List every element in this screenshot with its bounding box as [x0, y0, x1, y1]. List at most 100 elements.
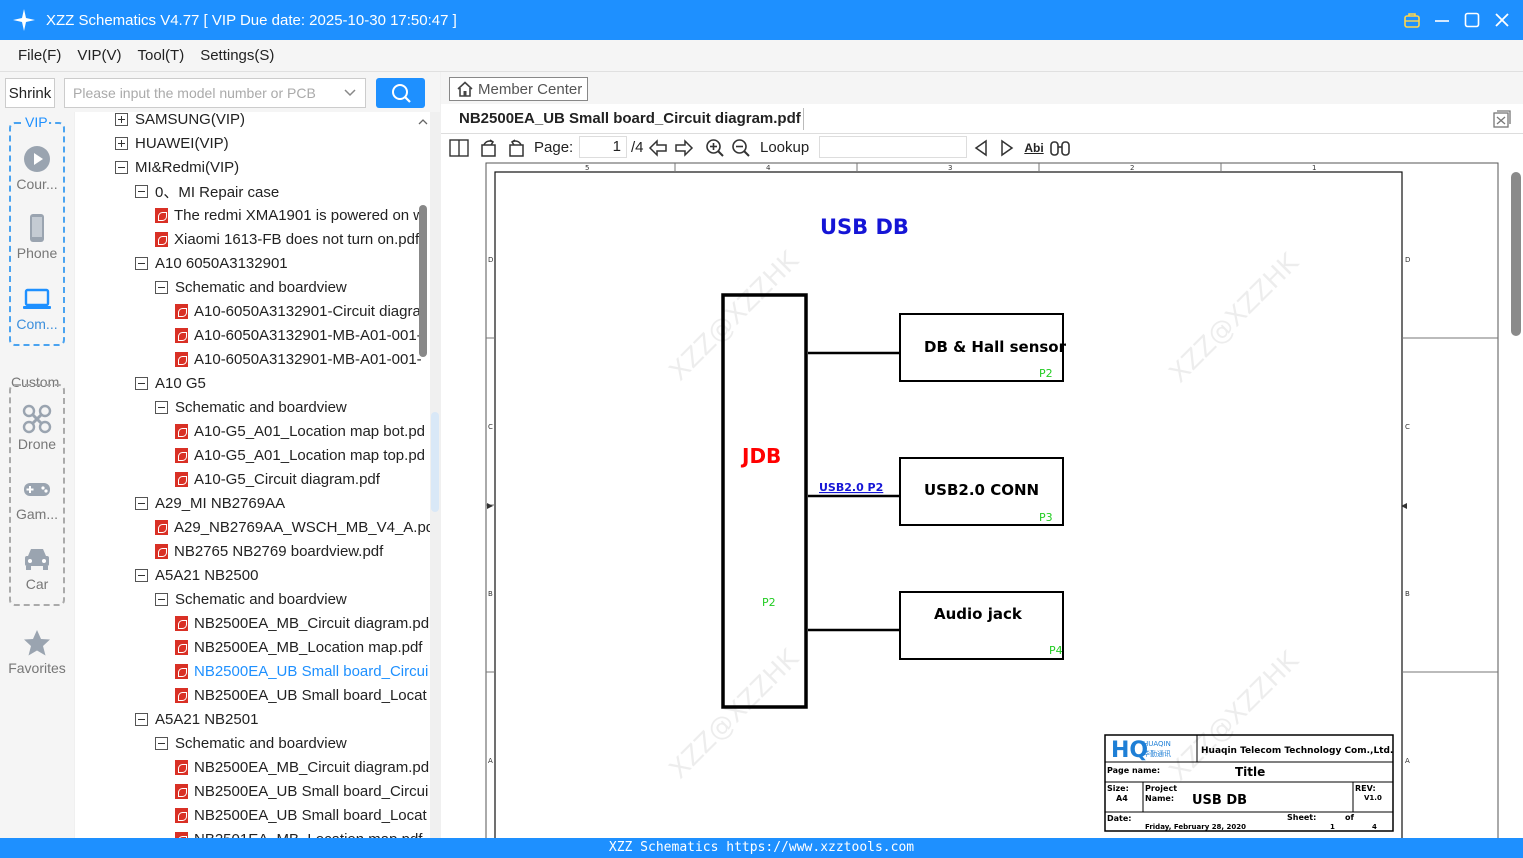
tree-file-item[interactable]: A10-G5_Circuit diagram.pdf [175, 467, 380, 491]
tree-folder-item[interactable]: A10 6050A3132901 [135, 251, 288, 275]
tree-folder-item[interactable]: Schematic and boardview [155, 731, 347, 755]
tree-file-item[interactable]: NB2500EA_MB_Circuit diagram.pd [175, 755, 429, 779]
pdf-file-icon[interactable] [175, 759, 188, 775]
collapse-icon[interactable] [135, 712, 148, 726]
pdf-file-icon[interactable] [175, 471, 188, 487]
tree-file-item[interactable]: NB2500EA_MB_Location map.pdf [175, 635, 422, 659]
previous-page-icon[interactable] [647, 137, 669, 159]
collapse-icon[interactable] [155, 400, 168, 414]
scroll-up-icon[interactable] [418, 114, 428, 125]
collapse-icon[interactable] [155, 592, 168, 606]
category-courses[interactable]: Cour... [0, 144, 74, 192]
collapse-icon[interactable] [155, 280, 168, 294]
vip-bag-icon[interactable] [1403, 11, 1421, 29]
zoom-in-icon[interactable] [704, 137, 726, 159]
find-next-icon[interactable] [996, 137, 1018, 159]
pdf-file-icon[interactable] [175, 447, 188, 463]
collapse-icon[interactable] [135, 568, 148, 582]
lookup-input[interactable] [819, 136, 967, 158]
expand-icon[interactable] [115, 136, 128, 150]
tree-folder-item[interactable]: A10 G5 [135, 371, 206, 395]
pdf-file-icon[interactable] [155, 519, 168, 535]
menu-vip[interactable]: VIP(V) [77, 47, 121, 64]
tree-file-item[interactable]: NB2765 NB2769 boardview.pdf [155, 539, 383, 563]
find-previous-icon[interactable] [970, 137, 992, 159]
collapse-icon[interactable] [155, 736, 168, 750]
model-search-input[interactable]: Please input the model number or PCB [64, 78, 366, 108]
pdf-file-icon[interactable] [155, 543, 168, 559]
pdf-file-icon[interactable] [175, 663, 188, 679]
page-number-input[interactable]: 1 [579, 136, 627, 158]
tree-folder-item[interactable]: A29_MI NB2769AA [135, 491, 285, 515]
zoom-out-icon[interactable] [730, 137, 752, 159]
pdf-file-icon[interactable] [155, 231, 168, 247]
match-case-button[interactable]: Abi [1023, 137, 1045, 159]
pdf-file-icon[interactable] [155, 207, 168, 223]
category-gamepad[interactable]: Gam... [0, 474, 74, 522]
next-page-icon[interactable] [673, 137, 695, 159]
favorites-button[interactable]: Favorites [0, 628, 74, 676]
tree-scrollbar[interactable] [419, 205, 427, 357]
tree-folder-item[interactable]: Schematic and boardview [155, 275, 347, 299]
collapse-panel-handle[interactable] [431, 412, 439, 512]
shrink-button[interactable]: Shrink [5, 78, 55, 108]
expand-icon[interactable] [115, 112, 128, 126]
tree-file-item[interactable]: The redmi XMA1901 is powered on w [155, 203, 424, 227]
tree-folder-item[interactable]: Schematic and boardview [155, 395, 347, 419]
tree-file-item[interactable]: NB2500EA_UB Small board_Locat [175, 683, 427, 707]
tree-file-item[interactable]: NB2500EA_UB Small board_Circui [175, 779, 428, 803]
tree-file-item[interactable]: NB2500EA_UB Small board_Locat [175, 803, 427, 827]
binoculars-icon[interactable] [1049, 137, 1071, 159]
pdf-file-icon[interactable] [175, 303, 188, 319]
category-computer[interactable]: Com... [0, 284, 74, 332]
pdf-file-icon[interactable] [175, 807, 188, 823]
collapse-icon[interactable] [135, 256, 148, 270]
member-center-button[interactable]: Member Center [449, 77, 588, 101]
rotate-right-icon[interactable] [505, 137, 527, 159]
tree-folder-item[interactable]: SAMSUNG(VIP) [115, 112, 245, 131]
tree-file-item[interactable]: A10-G5_A01_Location map top.pd [175, 443, 425, 467]
category-phone[interactable]: Phone [0, 213, 74, 261]
collapse-icon[interactable] [115, 160, 128, 174]
close-button[interactable] [1493, 11, 1511, 29]
tree-file-item[interactable]: A10-G5_A01_Location map bot.pd [175, 419, 425, 443]
category-car[interactable]: Car [0, 544, 74, 592]
minimize-button[interactable] [1433, 11, 1451, 29]
pdf-file-icon[interactable] [175, 327, 188, 343]
document-scrollbar[interactable] [1511, 172, 1521, 336]
pdf-file-icon[interactable] [175, 687, 188, 703]
menu-file[interactable]: File(F) [18, 47, 61, 64]
panel-splitter[interactable] [430, 112, 440, 838]
pdf-file-icon[interactable] [175, 423, 188, 439]
tree-file-item[interactable]: A29_NB2769AA_WSCH_MB_V4_A.pdf [155, 515, 430, 539]
tree-folder-item[interactable]: MI&Redmi(VIP) [115, 155, 239, 179]
toggle-sidebar-icon[interactable] [448, 137, 470, 159]
pdf-file-icon[interactable] [175, 351, 188, 367]
tree-file-item[interactable]: NB2501EA_MB_Location map.pdf [175, 827, 422, 838]
tree-folder-item[interactable]: 0、MI Repair case [135, 179, 279, 203]
document-tab[interactable]: NB2500EA_UB Small board_Circuit diagram.… [459, 110, 801, 127]
tree-file-item[interactable]: A10-6050A3132901-MB-A01-001- [175, 347, 422, 371]
tree-file-item[interactable]: NB2500EA_MB_Circuit diagram.pd [175, 611, 429, 635]
maximize-button[interactable] [1463, 11, 1481, 29]
collapse-icon[interactable] [135, 496, 148, 510]
pdf-file-icon[interactable] [175, 639, 188, 655]
search-button[interactable] [376, 78, 425, 108]
menu-settings[interactable]: Settings(S) [200, 47, 274, 64]
rotate-left-icon[interactable] [478, 137, 500, 159]
tree-folder-item[interactable]: A5A21 NB2501 [135, 707, 258, 731]
chevron-down-icon[interactable] [343, 86, 357, 103]
collapse-icon[interactable] [135, 184, 148, 198]
menu-tool[interactable]: Tool(T) [138, 47, 185, 64]
close-document-icon[interactable] [1493, 110, 1511, 128]
collapse-icon[interactable] [135, 376, 148, 390]
category-drone[interactable]: Drone [0, 404, 74, 452]
tree-file-item[interactable]: A10-6050A3132901-MB-A01-001- [175, 323, 422, 347]
tree-folder-item[interactable]: A5A21 NB2500 [135, 563, 258, 587]
tree-folder-item[interactable]: Schematic and boardview [155, 587, 347, 611]
tree-file-item[interactable]: A10-6050A3132901-Circuit diagra [175, 299, 421, 323]
tree-folder-item[interactable]: HUAWEI(VIP) [115, 131, 229, 155]
pdf-file-icon[interactable] [175, 783, 188, 799]
tree-file-item[interactable]: Xiaomi 1613-FB does not turn on.pdf [155, 227, 419, 251]
tree-file-item[interactable]: NB2500EA_UB Small board_Circui [175, 659, 428, 683]
